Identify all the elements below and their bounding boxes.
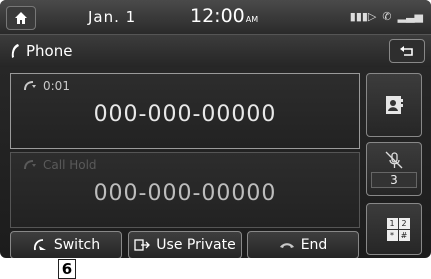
keypad-key: # <box>398 229 410 241</box>
call-status: 0:01 <box>23 79 70 93</box>
end-label: End <box>300 237 328 253</box>
phone-screen: Jan. 1 12:00AM ▮▮▮▷ ✆ ▂▃▅ Phone 0:01 000… <box>0 0 431 258</box>
status-icons: ▮▮▮▷ ✆ ▂▃▅ <box>350 10 423 23</box>
switch-call-icon <box>33 239 46 251</box>
keypad-key: 1 <box>386 217 398 229</box>
switch-button[interactable]: Switch <box>10 231 122 258</box>
keypad-key: 2 <box>398 217 410 229</box>
use-private-button[interactable]: Use Private <box>128 231 242 258</box>
end-call-icon <box>279 243 294 248</box>
back-button[interactable] <box>389 39 425 63</box>
end-call-button[interactable]: End <box>247 231 359 258</box>
call-number: 000-000-00000 <box>93 102 277 127</box>
time-value: 12:00 <box>190 5 245 27</box>
active-call-panel[interactable]: 0:01 000-000-00000 <box>10 73 360 149</box>
call-number: 000-000-00000 <box>93 181 277 206</box>
call-hold-label: Call Hold <box>43 158 97 172</box>
use-private-icon <box>134 239 151 251</box>
contacts-button[interactable] <box>366 73 422 137</box>
callout-label: 6 <box>58 259 76 279</box>
date-display: Jan. 1 <box>88 8 137 26</box>
page-title: Phone <box>26 42 73 60</box>
status-bar: Jan. 1 12:00AM ▮▮▮▷ ✆ ▂▃▅ <box>0 0 431 35</box>
battery-icon: ▮▮▮▷ <box>349 10 377 23</box>
back-arrow-icon <box>400 46 413 56</box>
contacts-icon <box>386 96 403 114</box>
phone-handset-icon <box>11 44 19 58</box>
active-call-icon <box>24 81 36 91</box>
home-button[interactable] <box>6 6 36 30</box>
use-private-label: Use Private <box>156 237 236 253</box>
ampm-label: AM <box>245 15 259 24</box>
mic-volume-value: 3 <box>371 172 417 188</box>
keypad-button[interactable]: 1 2 * # <box>366 203 422 255</box>
signal-icon: ▂▃▅ <box>397 10 423 23</box>
switch-label: Switch <box>53 237 101 253</box>
keypad-key: * <box>386 229 398 241</box>
time-display: 12:00AM <box>190 5 258 27</box>
keypad-icon: 1 2 * # <box>386 217 410 241</box>
call-icon: ✆ <box>382 10 392 23</box>
home-icon <box>15 12 27 24</box>
call-duration: 0:01 <box>43 79 70 93</box>
mic-mute-icon <box>385 151 403 169</box>
hold-call-icon <box>24 160 36 170</box>
title-bar: Phone <box>0 35 431 67</box>
held-call-panel[interactable]: Call Hold 000-000-00000 <box>10 152 360 228</box>
mic-volume-button[interactable]: 3 <box>366 142 422 196</box>
call-status: Call Hold <box>23 158 97 172</box>
